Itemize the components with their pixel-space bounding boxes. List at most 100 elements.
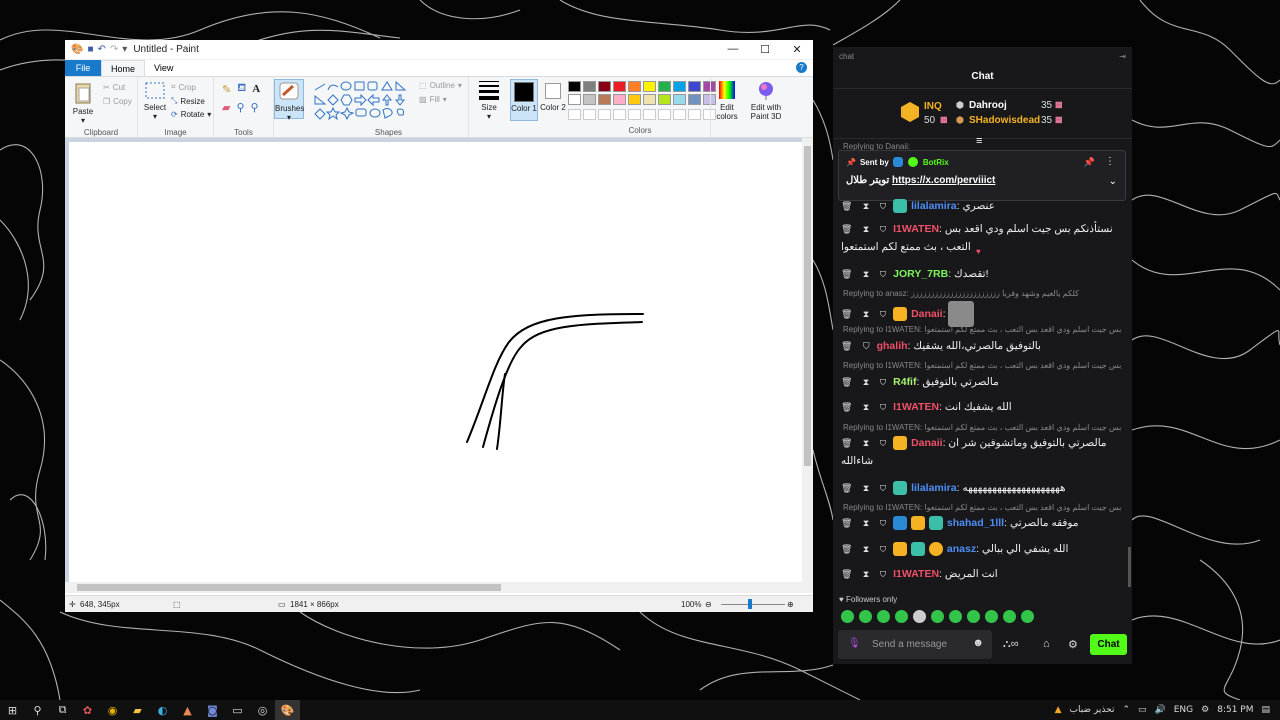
username[interactable]: lilalamira — [911, 482, 957, 494]
settings-gear-icon[interactable]: ⚙ — [1068, 638, 1078, 651]
palette-swatch[interactable] — [643, 94, 656, 105]
copy-button[interactable]: ❐ Copy — [103, 97, 132, 106]
app-icon[interactable]: ◎ — [250, 700, 275, 720]
rotate-button[interactable]: ⟳ Rotate ▾ — [171, 110, 211, 119]
notifications-icon[interactable]: ▤ — [1261, 705, 1270, 715]
fill-button[interactable]: ▨ Fill ▾ — [419, 95, 447, 104]
palette-swatch[interactable] — [568, 94, 581, 105]
username[interactable]: I1WATEN — [893, 568, 939, 580]
mod-action-icons[interactable]: 🗑 ⧗ ⛉ — [841, 569, 890, 579]
mod-action-icons[interactable]: 🗑 ⧗ ⛉ — [841, 201, 890, 211]
palette-swatch[interactable] — [673, 94, 686, 105]
resize-button[interactable]: ⤡ Resize — [171, 96, 205, 106]
tab-file[interactable]: File — [65, 60, 101, 76]
emote-icon[interactable] — [895, 610, 908, 623]
username[interactable]: ghalih — [877, 340, 908, 352]
emoji-icon[interactable]: ☻ — [972, 637, 984, 649]
fill-bucket-icon[interactable]: ⛾ — [237, 82, 246, 96]
emote-icon[interactable] — [913, 610, 926, 623]
custom-color-slot[interactable] — [658, 109, 671, 120]
vertical-scroll-thumb[interactable] — [804, 146, 811, 466]
mod-action-icons[interactable]: 🗑 ⛉ — [841, 341, 874, 351]
select-button[interactable]: Select ▾ — [142, 81, 168, 121]
emote-icon[interactable] — [841, 610, 854, 623]
emote-icon[interactable] — [931, 610, 944, 623]
save-icon[interactable]: ■ — [87, 44, 93, 55]
copilot-icon[interactable]: ✿ — [75, 700, 100, 720]
mod-action-icons[interactable]: 🗑 ⧗ ⛉ — [841, 377, 890, 387]
username[interactable]: R4fif — [893, 376, 916, 388]
discord-icon[interactable]: ◙ — [200, 700, 225, 720]
custom-color-slot[interactable] — [598, 109, 611, 120]
emote-icon[interactable] — [877, 610, 890, 623]
color-picker-icon[interactable]: ⚲ — [236, 101, 244, 114]
tab-home[interactable]: Home — [101, 60, 146, 76]
close-button[interactable]: ✕ — [781, 43, 813, 56]
network-icon[interactable]: ▭ — [1138, 705, 1147, 715]
help-icon[interactable]: ? — [796, 62, 807, 73]
redo-icon[interactable]: ↷ — [110, 44, 118, 55]
paste-button[interactable]: Paste ▾ — [70, 81, 96, 125]
username[interactable]: I1WATEN — [893, 223, 939, 235]
custom-color-slot[interactable] — [568, 109, 581, 120]
text-icon[interactable]: A — [252, 83, 260, 95]
color1-button[interactable]: Color 1 — [510, 79, 538, 121]
vertical-scrollbar[interactable] — [802, 138, 813, 584]
send-chat-button[interactable]: Chat — [1090, 634, 1127, 655]
mod-action-icons[interactable]: 🗑 ⧗ ⛉ — [841, 269, 890, 279]
task-view-icon[interactable]: ⧉ — [50, 700, 75, 720]
paint-taskbar-icon[interactable]: 🎨 — [275, 700, 300, 720]
username[interactable]: Danaii — [911, 308, 943, 320]
palette-swatch[interactable] — [658, 94, 671, 105]
mod-action-icons[interactable]: 🗑 ⧗ ⛉ — [841, 544, 890, 554]
chrome-icon[interactable]: ◉ — [100, 700, 125, 720]
username[interactable]: JORY_7RB — [893, 268, 948, 280]
palette-swatch[interactable] — [613, 94, 626, 105]
custom-color-slot[interactable] — [613, 109, 626, 120]
windows-start-icon[interactable]: ⊞ — [0, 700, 25, 720]
pencil-icon[interactable]: ✎ — [222, 83, 231, 96]
brushes-button[interactable]: Brushes ▾ — [274, 79, 304, 122]
palette-swatch[interactable] — [583, 94, 596, 105]
palette-swatch[interactable] — [598, 94, 611, 105]
mod-action-icons[interactable]: 🗑 ⧗ ⛉ — [841, 483, 890, 493]
eraser-icon[interactable]: ▰ — [222, 101, 230, 114]
palette-swatch[interactable] — [583, 81, 596, 92]
language-indicator[interactable]: ENG — [1174, 705, 1193, 715]
username[interactable]: lilalamira — [911, 200, 957, 212]
emote-icon[interactable] — [949, 610, 962, 623]
microphone-icon[interactable]: 🎙 — [848, 638, 861, 649]
store-icon[interactable]: ⌂ — [1043, 638, 1050, 650]
edit-paint3d-button[interactable]: Edit with Paint 3D — [747, 79, 785, 121]
mod-action-icons[interactable]: 🗑 ⧗ ⛉ — [841, 224, 890, 234]
custom-color-slot[interactable] — [673, 109, 686, 120]
zoom-out-button[interactable]: ⊖ — [705, 600, 712, 609]
message-input[interactable]: 🎙 Send a message ☻ — [838, 630, 992, 659]
tab-view[interactable]: View — [145, 60, 182, 76]
pinned-link[interactable]: https://x.com/perviiict — [892, 175, 995, 186]
palette-swatch[interactable] — [628, 81, 641, 92]
app-tray-icon[interactable]: ⚙ — [1201, 705, 1209, 715]
username[interactable]: shahad_1lll — [947, 517, 1004, 529]
color2-button[interactable]: Color 2 — [540, 79, 566, 112]
edit-colors-button[interactable]: Edit colors — [713, 79, 741, 121]
palette-swatch[interactable] — [688, 81, 701, 92]
custom-color-slot[interactable] — [643, 109, 656, 120]
collapse-icon[interactable]: ⇥ — [1119, 52, 1126, 61]
customize-qa-icon[interactable]: ▾ — [122, 44, 127, 55]
minimize-button[interactable]: — — [717, 43, 749, 56]
crop-button[interactable]: ⌗ Crop — [171, 82, 196, 92]
horizontal-scrollbar[interactable] — [65, 582, 813, 593]
volume-icon[interactable]: 🔊 — [1155, 705, 1166, 715]
palette-swatch[interactable] — [628, 94, 641, 105]
app-icon[interactable]: ▭ — [225, 700, 250, 720]
emote-icon[interactable] — [859, 610, 872, 623]
chat-scrollbar[interactable] — [1128, 547, 1131, 587]
emote-icon[interactable] — [985, 610, 998, 623]
emote-icon[interactable] — [1021, 610, 1034, 623]
username[interactable]: Danaii — [911, 437, 943, 449]
palette-swatch[interactable] — [613, 81, 626, 92]
custom-color-slot[interactable] — [628, 109, 641, 120]
palette-swatch[interactable] — [643, 81, 656, 92]
more-options-icon[interactable]: ⋮ — [1105, 156, 1115, 167]
